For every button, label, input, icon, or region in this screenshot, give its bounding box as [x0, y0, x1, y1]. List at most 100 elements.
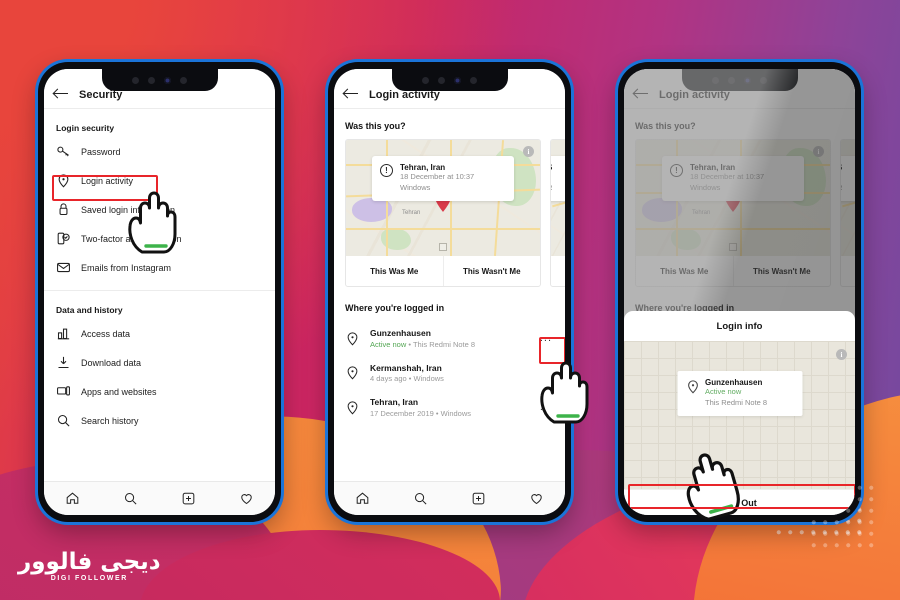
login-info-sheet: Login info i Gunzenhausen Active now Thi…: [624, 311, 855, 515]
log-out-button[interactable]: Log Out: [624, 489, 855, 515]
heart-icon[interactable]: [239, 491, 254, 506]
login-activity-card[interactable]: Tehran i ! Tehran, Iran 18 December at 1…: [345, 139, 541, 287]
location-pin-icon: [345, 400, 360, 415]
back-arrow-icon[interactable]: [54, 87, 69, 100]
section-heading-where-logged-in: Where you're logged in: [345, 303, 445, 313]
map-scale-icon: [439, 243, 447, 251]
sidebar-item-password[interactable]: Password: [44, 137, 275, 166]
session-status: 17 December 2019: [370, 408, 434, 418]
login-datetime: 2: [551, 172, 552, 183]
phone-2-login-activity: Login activity Was this you? Tehran i ! …: [328, 62, 589, 522]
bar-chart-icon: [56, 326, 71, 341]
download-icon: [56, 355, 71, 370]
watermark-latin: DIGI FOLLOWER: [50, 575, 128, 582]
camera-sensor-icon: [132, 76, 139, 84]
sidebar-item-label: Search history: [81, 415, 139, 426]
login-device: R: [551, 183, 552, 194]
session-status: Active now: [370, 339, 407, 349]
phone-2-content: Was this you? Tehran i ! Tehran, Iran 18…: [334, 109, 565, 481]
sidebar-item-access-data[interactable]: Access data: [44, 319, 275, 348]
watermark-persian: دیجی فالوور: [18, 549, 161, 575]
apps-icon: [56, 384, 71, 399]
home-icon[interactable]: [65, 491, 80, 506]
location-pin-icon: [345, 331, 360, 346]
exclamation-icon: !: [380, 164, 393, 177]
sidebar-item-label: Two-factor authentication: [81, 233, 182, 244]
section-heading-was-this-you: Was this you?: [345, 121, 406, 131]
session-device: Windows: [413, 374, 444, 383]
home-icon[interactable]: [355, 491, 370, 506]
location-pin-icon: [685, 379, 698, 394]
login-device: Windows: [400, 182, 431, 192]
session-separator: •: [433, 408, 441, 418]
location-pin-icon: [345, 365, 360, 380]
add-post-icon[interactable]: [471, 491, 486, 506]
back-arrow-icon[interactable]: [344, 87, 359, 100]
sidebar-item-saved-login-information[interactable]: Saved login information: [44, 195, 275, 224]
sidebar-item-label: Saved login information: [81, 204, 176, 215]
section-heading-login-security: Login security: [56, 123, 115, 133]
sidebar-item-label: Download data: [81, 357, 142, 368]
map-info-icon[interactable]: i: [523, 146, 534, 157]
search-icon[interactable]: [413, 491, 428, 506]
login-info-bubble: ! S 2 R: [551, 156, 565, 201]
list-item[interactable]: Kermanshah, Iran 4 days ago • Windows: [334, 356, 565, 391]
this-was-me-button[interactable]: This Was Me: [346, 256, 443, 286]
sidebar-item-label: Password: [81, 146, 121, 157]
lock-icon: [56, 202, 71, 217]
map-thumbnail: Tehran i ! Tehran, Iran 18 December at 1…: [346, 140, 540, 256]
session-location: Gunzenhausen: [370, 328, 431, 338]
watermark-logo: دیجی فالوور DIGI FOLLOWER: [18, 549, 161, 583]
phone-3-login-info-sheet: Login activity Was this you?: [618, 62, 861, 522]
location-pin-icon: [56, 173, 71, 188]
phone-1-content: Login security Password Login activity S…: [44, 109, 275, 481]
sidebar-item-apps-and-websites[interactable]: Apps and websites: [44, 377, 275, 406]
overflow-menu-icon[interactable]: ...: [538, 332, 554, 346]
notch: [101, 69, 218, 91]
camera-sensor-icon: [180, 76, 187, 84]
sidebar-item-login-activity[interactable]: Login activity: [44, 166, 275, 195]
session-location: Kermanshah, Iran: [370, 362, 442, 373]
phone-3-screen: Login activity Was this you?: [624, 69, 855, 515]
camera-sensor-icon: [422, 76, 429, 84]
camera-lens-icon: [454, 76, 461, 84]
login-info-bubble: ! Tehran, Iran 18 December at 10:37 Wind…: [372, 156, 514, 201]
session-separator: •: [406, 339, 413, 349]
list-item[interactable]: Tehran, Iran 17 December 2019 • Windows …: [334, 390, 565, 425]
sidebar-item-download-data[interactable]: Download data: [44, 348, 275, 377]
overflow-menu-icon[interactable]: [550, 369, 554, 377]
sheet-title: Login info: [716, 320, 763, 332]
bottom-nav: [44, 481, 275, 515]
sidebar-item-search-history[interactable]: Search history: [44, 406, 275, 435]
heart-icon[interactable]: [529, 491, 544, 506]
login-location: S: [551, 163, 552, 172]
device-check-icon: [56, 231, 71, 246]
section-heading-data-history: Data and history: [56, 305, 123, 315]
login-activity-card-next[interactable]: ! S 2 R This W: [550, 139, 565, 287]
login-datetime: 18 December at 10:37: [400, 172, 475, 181]
sidebar-item-label: Apps and websites: [81, 386, 157, 397]
card-action-row: This W: [551, 256, 565, 286]
this-wasnt-me-button[interactable]: This Wasn't Me: [442, 256, 541, 286]
card-action-row: This Was Me This Wasn't Me: [346, 256, 540, 286]
camera-sensor-icon: [148, 76, 155, 84]
login-card-rail[interactable]: Tehran i ! Tehran, Iran 18 December at 1…: [334, 139, 565, 287]
map-info-icon[interactable]: i: [836, 349, 847, 360]
session-status: Active now: [705, 387, 742, 396]
this-was-me-button[interactable]: This W: [551, 256, 565, 286]
list-item[interactable]: Gunzenhausen Active now • This Redmi Not…: [334, 321, 565, 356]
camera-sensor-icon: [470, 76, 477, 84]
session-device: This Redmi Note 8: [412, 339, 476, 349]
add-post-icon[interactable]: [181, 491, 196, 506]
sidebar-item-two-factor-authentication[interactable]: Two-factor authentication: [44, 224, 275, 253]
bottom-nav: [334, 481, 565, 515]
notch: [391, 69, 508, 91]
login-location: Tehran, Iran: [400, 163, 446, 172]
session-status: 4 days ago: [370, 374, 407, 383]
sidebar-item-label: Login activity: [81, 175, 134, 186]
overflow-menu-icon[interactable]: ...: [538, 401, 554, 415]
search-icon[interactable]: [123, 491, 138, 506]
sidebar-item-emails-from-instagram[interactable]: Emails from Instagram: [44, 253, 275, 282]
phone-1-security: Security Login security Password Login a…: [38, 62, 281, 522]
camera-sensor-icon: [438, 76, 445, 84]
